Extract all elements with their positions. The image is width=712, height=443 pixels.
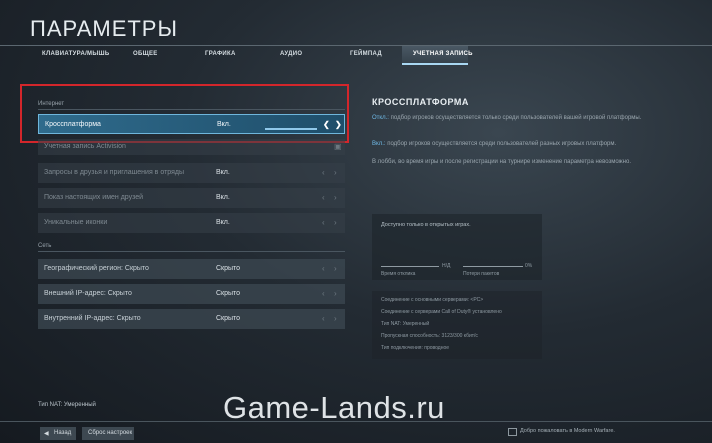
chevron-right-icon[interactable]: › bbox=[334, 168, 337, 177]
real-names-row[interactable]: Показ настоящих имен друзей Вкл. ‹ › bbox=[38, 188, 345, 208]
footer-nat-type: Тип NAT: Умеренный bbox=[38, 402, 96, 408]
tab-keyboard-mouse[interactable]: КЛАВИАТУРА/МЫШЬ bbox=[42, 51, 109, 57]
tab-graphics[interactable]: ГРАФИКА bbox=[205, 51, 236, 57]
tab-account[interactable]: УЧЕТНАЯ ЗАПИСЬ bbox=[413, 51, 473, 57]
welcome-message: Добро пожаловать в Modern Warfare. bbox=[520, 428, 615, 434]
reset-settings-button[interactable]: Сброс настроек bbox=[82, 427, 134, 440]
tab-general[interactable]: ОБЩЕЕ bbox=[133, 51, 158, 57]
info-on-key: Вкл.: bbox=[372, 141, 386, 147]
unique-icons-value: Вкл. bbox=[216, 219, 230, 226]
info-note: В лобби, во время игры и после регистрац… bbox=[372, 159, 631, 165]
info-off-description: Откл.: подбор игроков осуществляется тол… bbox=[372, 114, 672, 122]
unique-icons-label: Уникальные иконки bbox=[44, 219, 108, 226]
real-names-value: Вкл. bbox=[216, 194, 230, 201]
connection-line: Тип подключения: проводное bbox=[381, 345, 450, 351]
friend-requests-value: Вкл. bbox=[216, 169, 230, 176]
connection-line: Пропускная способность: 3123/300 кбит/с bbox=[381, 333, 478, 339]
tab-gamepad[interactable]: ГЕЙМПАД bbox=[350, 51, 382, 57]
chevron-left-icon[interactable]: ‹ bbox=[322, 289, 325, 298]
connection-line: Соединение с серверами Call of Duty® уст… bbox=[381, 309, 502, 315]
chevron-right-icon[interactable]: › bbox=[334, 264, 337, 273]
monitor-icon bbox=[508, 428, 517, 436]
activision-account-row[interactable]: Учетная запись Activision ▣ bbox=[38, 139, 345, 155]
friend-requests-row[interactable]: Запросы в друзья и приглашения в отряды … bbox=[38, 163, 345, 183]
back-label: Назад bbox=[54, 430, 72, 436]
geo-region-label: Географический регион: Скрыто bbox=[44, 265, 149, 272]
tab-bar: КЛАВИАТУРА/МЫШЬ ОБЩЕЕ ГРАФИКА АУДИО ГЕЙМ… bbox=[0, 46, 712, 64]
chevron-left-icon[interactable]: ‹ bbox=[322, 264, 325, 273]
stats-header: Доступно только в открытых играх. bbox=[381, 222, 471, 228]
latency-line bbox=[381, 266, 439, 267]
unique-icons-row[interactable]: Уникальные иконки Вкл. ‹ › bbox=[38, 213, 345, 233]
info-on-description: Вкл.: подбор игроков осуществляется сред… bbox=[372, 140, 672, 148]
section-network-label: Сеть bbox=[38, 243, 52, 249]
chevron-right-icon[interactable]: › bbox=[334, 193, 337, 202]
info-on-text: подбор игроков осуществляется среди поль… bbox=[387, 141, 617, 147]
external-ip-label: Внешний IP-адрес: Скрыто bbox=[44, 290, 132, 297]
highlight-box bbox=[20, 84, 349, 143]
connection-line: Соединение с основными серверами: <PC> bbox=[381, 297, 484, 303]
packet-loss-label: Потери пакетов bbox=[463, 271, 500, 277]
back-button[interactable]: ◀ Назад bbox=[40, 427, 76, 440]
footer-divider bbox=[0, 421, 712, 422]
reset-label: Сброс настроек bbox=[88, 430, 133, 436]
friend-requests-label: Запросы в друзья и приглашения в отряды bbox=[44, 169, 185, 176]
external-ip-row[interactable]: Внешний IP-адрес: Скрыто Скрыто ‹ › bbox=[38, 284, 345, 304]
info-off-text: подбор игроков осуществляется только сре… bbox=[390, 115, 642, 121]
section-divider bbox=[38, 251, 345, 252]
info-off-key: Откл.: bbox=[372, 115, 389, 121]
chevron-left-icon[interactable]: ‹ bbox=[322, 168, 325, 177]
latency-value: Н/Д bbox=[442, 263, 451, 269]
internal-ip-label: Внутренний IP-адрес: Скрыто bbox=[44, 315, 141, 322]
latency-label: Время отклика bbox=[381, 271, 416, 277]
chevron-right-icon[interactable]: › bbox=[334, 289, 337, 298]
packet-loss-line bbox=[463, 266, 523, 267]
chevron-right-icon[interactable]: › bbox=[334, 218, 337, 227]
tab-audio[interactable]: АУДИО bbox=[280, 51, 302, 57]
page-title: ПАРАМЕТРЫ bbox=[30, 16, 178, 41]
geo-region-row[interactable]: Географический регион: Скрыто Скрыто ‹ › bbox=[38, 259, 345, 279]
connection-line: Тип NAT: Умеренный bbox=[381, 321, 430, 327]
packet-loss-value: 0% bbox=[525, 263, 533, 269]
activision-account-label: Учетная запись Activision bbox=[44, 143, 126, 150]
chevron-left-icon[interactable]: ‹ bbox=[322, 218, 325, 227]
info-title: КРОССПЛАТФОРМА bbox=[372, 97, 469, 107]
chevron-left-icon[interactable]: ‹ bbox=[322, 314, 325, 323]
real-names-label: Показ настоящих имен друзей bbox=[44, 194, 144, 201]
chevron-right-icon[interactable]: › bbox=[334, 314, 337, 323]
external-link-icon: ▣ bbox=[334, 142, 342, 151]
geo-region-value: Скрыто bbox=[216, 265, 241, 272]
back-arrow-icon: ◀ bbox=[44, 431, 49, 437]
internal-ip-value: Скрыто bbox=[216, 315, 241, 322]
chevron-left-icon[interactable]: ‹ bbox=[322, 193, 325, 202]
external-ip-value: Скрыто bbox=[216, 290, 241, 297]
internal-ip-row[interactable]: Внутренний IP-адрес: Скрыто Скрыто ‹ › bbox=[38, 309, 345, 329]
